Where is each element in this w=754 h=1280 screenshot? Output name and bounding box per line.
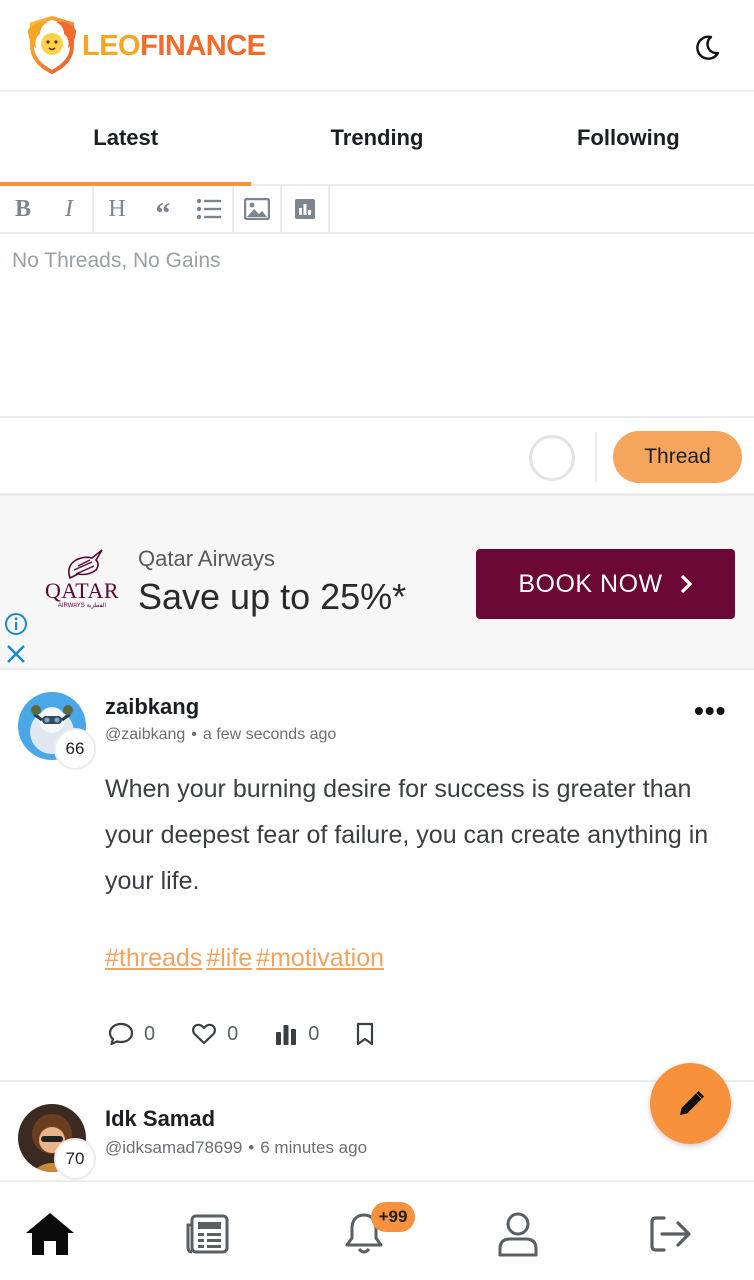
post-handle[interactable]: @zaibkang (105, 726, 185, 743)
post-author[interactable]: Idk Samad (105, 1106, 215, 1132)
post-meta: @zaibkang • a few seconds ago (105, 726, 337, 743)
post-meta: @idksamad78699 • 6 minutes ago (105, 1138, 368, 1157)
post-time: a few seconds ago (202, 726, 337, 743)
more-options-icon[interactable]: ••• (694, 697, 726, 725)
compose-button[interactable] (650, 1063, 731, 1144)
poll-icon[interactable] (282, 186, 328, 232)
book-now-label: BOOK NOW (518, 569, 663, 598)
post-body: When your burning desire for success is … (105, 775, 709, 895)
ad-headline: Save up to 25%* (138, 576, 407, 617)
oryx-icon (68, 549, 103, 580)
post-time: 6 minutes ago (260, 1138, 368, 1157)
logo-finance-text: FINANCE (140, 29, 266, 62)
leofinance-logo[interactable]: LEOFINANCE (26, 16, 266, 74)
ad-close-icon[interactable] (4, 642, 28, 666)
nav-logout[interactable] (643, 1208, 699, 1260)
pencil-icon (679, 1090, 704, 1115)
quote-icon[interactable]: “ (140, 186, 186, 232)
like-button[interactable]: 0 (191, 1022, 238, 1046)
thread-post: 66 zaibkang @zaibkang • a few seconds ago … (0, 670, 754, 1082)
ad-info-icon[interactable] (4, 612, 28, 636)
chart-bars-icon (276, 1025, 297, 1045)
bookmark-icon (357, 1022, 374, 1046)
lion-logo-icon (28, 16, 76, 74)
post-handle[interactable]: @idksamad78699 (105, 1138, 242, 1157)
nav-home[interactable] (22, 1208, 78, 1260)
vote-button[interactable]: 0 (274, 1023, 319, 1046)
bold-icon[interactable]: B (0, 186, 46, 232)
bottom-navigation: +99 (0, 1180, 754, 1280)
post-author[interactable]: zaibkang (105, 694, 199, 720)
italic-icon[interactable]: I (46, 186, 92, 232)
nav-profile[interactable] (490, 1208, 546, 1260)
heading-icon[interactable]: H (94, 186, 140, 232)
vote-count: 0 (308, 1022, 320, 1045)
logout-icon (650, 1216, 691, 1252)
post-tags: #threads #life #motivation (105, 944, 388, 973)
thread-post: 70 Idk Samad @idksamad78699 • 6 minutes ag… (0, 1084, 754, 1180)
nav-news[interactable] (179, 1208, 235, 1260)
reputation-badge: 66 (54, 728, 96, 770)
book-now-button[interactable]: BOOK NOW (476, 549, 735, 619)
feed-tabs: Latest Trending Following (0, 92, 754, 186)
editor-toolbar: B I H “ (0, 186, 754, 234)
thread-editor[interactable]: No Threads, No Gains (0, 234, 754, 418)
notification-badge: +99 (371, 1202, 415, 1232)
moon-icon[interactable] (693, 34, 721, 62)
character-count-ring (529, 435, 575, 481)
app-header: LEOFINANCE (0, 0, 754, 92)
tab-trending[interactable]: Trending (251, 92, 502, 184)
comment-count: 0 (144, 1022, 156, 1045)
divider (595, 432, 597, 482)
post-actions: 0 0 0 (108, 1022, 421, 1046)
tag-link[interactable]: #threads (105, 944, 202, 972)
reputation-badge: 70 (54, 1138, 96, 1180)
advertisement-banner[interactable]: QATAR AIRWAYS القطرية Qatar Airways Save… (0, 496, 754, 670)
bookmark-button[interactable] (355, 1022, 385, 1046)
list-icon[interactable] (186, 186, 232, 232)
heart-icon (192, 1023, 217, 1045)
ad-brand: Qatar Airways (138, 546, 275, 571)
image-icon[interactable] (234, 186, 280, 232)
user-icon (498, 1212, 538, 1257)
comment-icon (108, 1022, 134, 1046)
comment-button[interactable]: 0 (108, 1022, 155, 1046)
qatar-airways-logo: QATAR AIRWAYS القطرية (42, 548, 122, 612)
like-count: 0 (227, 1022, 239, 1045)
tab-latest[interactable]: Latest (0, 92, 252, 186)
logo-leo-text: LEO (82, 29, 141, 62)
news-icon (186, 1214, 229, 1254)
tag-link[interactable]: #motivation (256, 944, 384, 972)
chevron-right-icon (680, 574, 692, 594)
tab-following[interactable]: Following (503, 92, 754, 184)
editor-placeholder: No Threads, No Gains (12, 249, 221, 272)
thread-submit-button[interactable]: Thread (613, 431, 742, 483)
home-icon (26, 1213, 74, 1255)
editor-action-bar: Thread (0, 418, 754, 496)
tag-link[interactable]: #life (206, 944, 252, 972)
